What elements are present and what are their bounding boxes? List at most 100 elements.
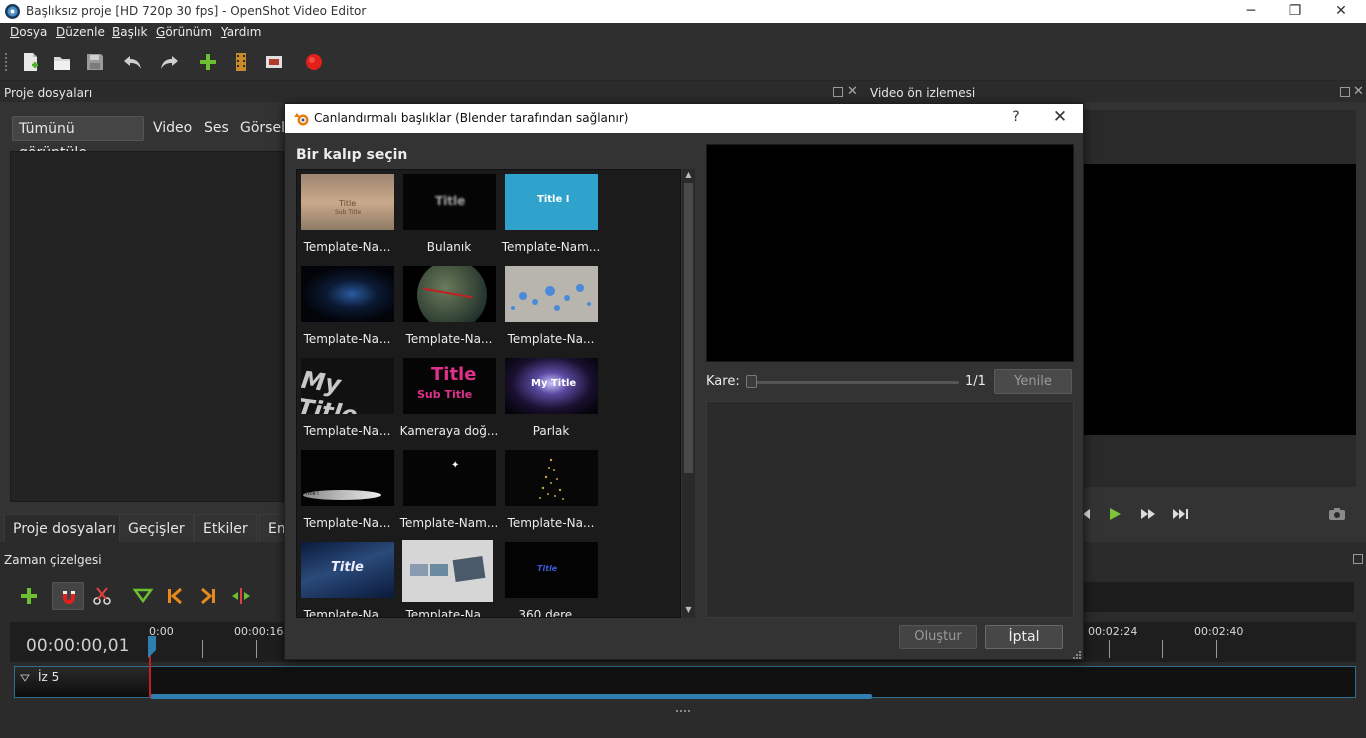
playhead-handle-icon[interactable]	[144, 636, 160, 658]
template-item[interactable]: ✦ Template-Nam...	[399, 446, 499, 536]
template-item[interactable]: Template-Na...	[501, 446, 601, 536]
template-item[interactable]: Title Sub Title Kameraya doğ...	[399, 354, 499, 444]
preview-close-icon[interactable]: ✕	[1353, 84, 1364, 99]
photo-graphic	[452, 556, 486, 582]
template-thumbnail: Title	[403, 174, 496, 230]
refresh-button[interactable]: Yenile	[994, 369, 1072, 394]
template-item[interactable]: Title Template-Na...	[297, 538, 397, 618]
next-marker-icon[interactable]	[197, 585, 219, 607]
splitter-grip-icon[interactable]	[676, 708, 692, 714]
template-item[interactable]: Title I Template-Na...	[297, 446, 397, 536]
play-icon[interactable]	[1106, 505, 1124, 523]
jump-to-end-icon[interactable]	[1172, 505, 1190, 523]
fullscreen-icon[interactable]	[263, 51, 285, 73]
template-item[interactable]: Title 360 dere...	[501, 538, 601, 617]
dock-tabs: Proje dosyaları Geçişler Etkiler Em	[0, 514, 300, 542]
minimize-button[interactable]: ─	[1228, 0, 1274, 23]
template-grid-scrollbar[interactable]: ▲ ▼	[682, 169, 695, 618]
dock-close-icon[interactable]: ✕	[847, 84, 858, 99]
scroll-up-icon[interactable]: ▲	[684, 170, 693, 179]
menu-title[interactable]: Başlık	[112, 25, 147, 39]
template-item[interactable]: My Title Parlak	[501, 354, 601, 444]
template-thumbnail: My Title	[505, 358, 598, 414]
template-thumbnail: Title	[505, 542, 598, 598]
template-label: Template-Na...	[405, 608, 493, 618]
template-item[interactable]: Template-Na...	[501, 262, 601, 352]
main-toolbar	[0, 43, 1366, 81]
particles-graphic	[539, 458, 564, 500]
preview-float-icon[interactable]	[1340, 87, 1350, 97]
ruler-tick	[1216, 640, 1217, 658]
title-properties-panel[interactable]	[706, 401, 1074, 618]
redo-icon[interactable]	[158, 51, 180, 73]
filter-audio[interactable]: Ses	[198, 116, 235, 141]
tab-effects[interactable]: Etkiler	[194, 514, 257, 542]
template-thumbnail	[505, 266, 598, 322]
menu-edit[interactable]: Düzenle	[56, 25, 105, 39]
scroll-down-icon[interactable]: ▼	[684, 605, 693, 614]
cancel-button[interactable]: İptal	[985, 625, 1063, 649]
project-files-title: Proje dosyaları	[4, 86, 93, 100]
restore-button[interactable]: ❐	[1272, 0, 1318, 23]
add-marker-icon[interactable]	[132, 585, 154, 607]
template-item[interactable]: Title Bulanık	[399, 170, 499, 260]
tab-transitions[interactable]: Geçişler	[119, 514, 194, 542]
razor-icon[interactable]	[91, 585, 113, 607]
title-preview	[706, 144, 1074, 362]
track-header[interactable]	[15, 667, 149, 697]
tab-project-files[interactable]: Proje dosyaları	[4, 514, 125, 542]
close-window-button[interactable]: ✕	[1318, 0, 1364, 23]
center-timeline-icon[interactable]	[230, 585, 252, 607]
dialog-help-button[interactable]: ?	[1001, 109, 1031, 125]
frame-slider[interactable]	[747, 381, 959, 384]
template-label: Template-Na...	[303, 240, 391, 254]
filter-show-all[interactable]: Tümünü görüntüle	[12, 116, 144, 161]
previous-marker-icon[interactable]	[164, 585, 186, 607]
dock-float-icon[interactable]	[833, 87, 843, 97]
record-icon[interactable]	[303, 51, 325, 73]
template-item[interactable]: Title Sub Title Template-Na...	[297, 170, 397, 260]
project-files-list[interactable]	[10, 151, 284, 502]
snap-toggle-button[interactable]	[52, 582, 84, 610]
template-label: Template-Na...	[405, 332, 493, 346]
import-files-icon[interactable]	[197, 51, 219, 73]
new-project-icon[interactable]	[19, 51, 41, 73]
thumb-text: Sub Title	[417, 388, 473, 401]
timeline-horizontal-scrollbar[interactable]	[150, 694, 872, 699]
thumb-text: Title	[537, 564, 558, 573]
thumb-text: Sub Title	[335, 209, 362, 216]
timeline-float-icon[interactable]	[1353, 554, 1363, 564]
frame-slider-handle[interactable]	[746, 375, 757, 388]
undo-icon[interactable]	[122, 51, 144, 73]
snapshot-camera-icon[interactable]	[1328, 505, 1346, 523]
template-label: Parlak	[532, 424, 570, 438]
track-name: İz 5	[38, 670, 60, 684]
template-item[interactable]: Template-Na...	[399, 538, 499, 618]
open-project-icon[interactable]	[51, 51, 73, 73]
template-label: Template-Na...	[303, 608, 391, 618]
profile-icon[interactable]	[230, 51, 252, 73]
menu-view[interactable]: Görünüm	[156, 25, 212, 39]
menu-file[interactable]: Dosya	[10, 25, 47, 39]
fast-forward-icon[interactable]	[1139, 505, 1157, 523]
filter-image[interactable]: Görsel	[234, 116, 291, 141]
template-thumbnail: Title Sub Title	[403, 358, 496, 414]
filter-video[interactable]: Video	[147, 116, 198, 141]
video-preview-frame	[1084, 164, 1356, 435]
scrollbar-thumb[interactable]	[684, 183, 693, 473]
window-titlebar: Başlıksız proje [HD 720p 30 fps] - OpenS…	[0, 0, 1366, 23]
menu-help[interactable]: Yardım	[221, 25, 261, 39]
template-thumbnail: Title I	[505, 174, 598, 230]
template-item[interactable]: Template-Na...	[399, 262, 499, 352]
create-button[interactable]: Oluştur	[899, 625, 977, 649]
track-collapse-icon[interactable]	[20, 673, 30, 683]
template-item[interactable]: Title I Template-Nam...	[501, 170, 601, 260]
timeline-zoom-slider[interactable]	[1084, 582, 1354, 612]
resize-grip-icon[interactable]	[1071, 649, 1081, 659]
add-track-icon[interactable]	[18, 585, 40, 607]
save-project-icon[interactable]	[84, 51, 106, 73]
template-item[interactable]: My Title Template-Na...	[297, 354, 397, 444]
template-item[interactable]: Template-Na...	[297, 262, 397, 352]
dialog-close-button[interactable]: ✕	[1045, 107, 1075, 127]
thumb-text: Title	[435, 194, 466, 208]
